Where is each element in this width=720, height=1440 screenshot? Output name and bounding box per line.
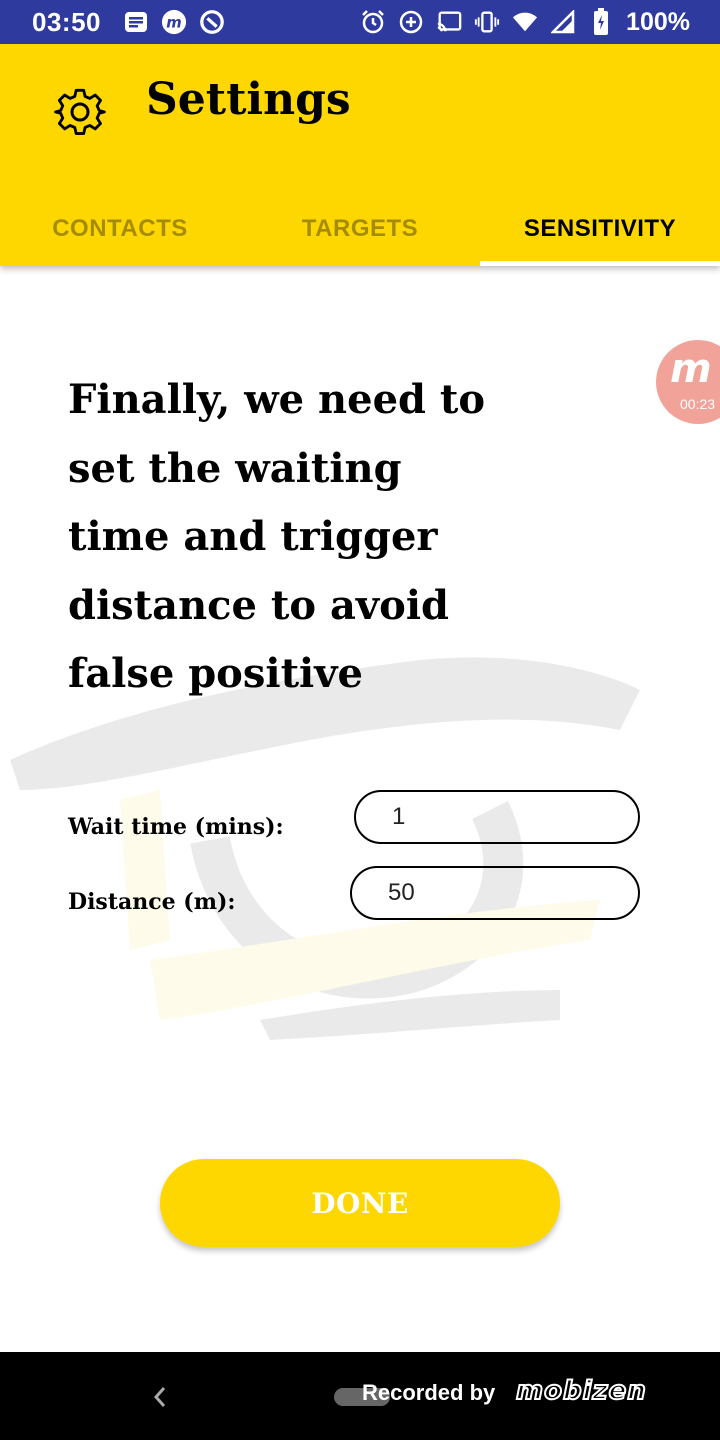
wait-time-input[interactable] [354,790,640,844]
alarm-icon [360,9,386,35]
mobizen-logo: mobizen [515,1375,647,1407]
cast-icon [436,9,462,35]
screen-recorder-badge[interactable]: m 00:23 [656,340,720,424]
status-left-icons: m [123,9,225,35]
app-bar: Settings CONTACTS TARGETS SENSITIVITY [0,44,720,266]
back-icon[interactable] [148,1382,170,1412]
status-right-icons: 100% [360,8,690,37]
distance-label: Distance (m): [68,889,236,915]
tab-targets[interactable]: TARGETS [240,192,480,266]
status-bar: 03:50 m 100% [0,0,720,44]
instruction-heading: Finally, we need to set the waiting time… [68,366,528,709]
mobizen-icon: m [161,9,187,35]
heading-line: set the waiting [68,444,402,492]
recording-timer: 00:23 [680,396,716,412]
battery-icon [588,8,614,35]
page-title: Settings [146,74,351,125]
recorder-logo: m [670,346,712,392]
vibrate-icon [474,9,500,35]
heading-line: Finally, we need to [68,376,486,423]
heading-line: false positive [68,650,363,697]
gear-icon[interactable] [54,86,106,138]
heading-line: distance to avoid [68,581,449,629]
done-button[interactable]: DONE [160,1159,560,1247]
svg-text:m: m [166,14,181,32]
tab-sensitivity[interactable]: SENSITIVITY [480,192,720,266]
wait-time-label: Wait time (mins): [68,814,284,840]
distance-input[interactable] [350,866,640,920]
data-saver-icon [398,9,424,35]
message-icon [123,9,149,35]
wifi-icon [512,9,538,35]
tab-contacts[interactable]: CONTACTS [0,192,240,266]
signal-icon [550,9,576,35]
battery-percent: 100% [626,7,690,36]
status-time: 03:50 [32,6,101,37]
recorded-by-text: Recorded by [362,1380,496,1405]
navigation-bar: Recorded by mobizen [0,1352,720,1440]
tab-bar: CONTACTS TARGETS SENSITIVITY [0,192,720,266]
heading-line: time and trigger [68,513,438,560]
sync-icon [199,9,225,35]
